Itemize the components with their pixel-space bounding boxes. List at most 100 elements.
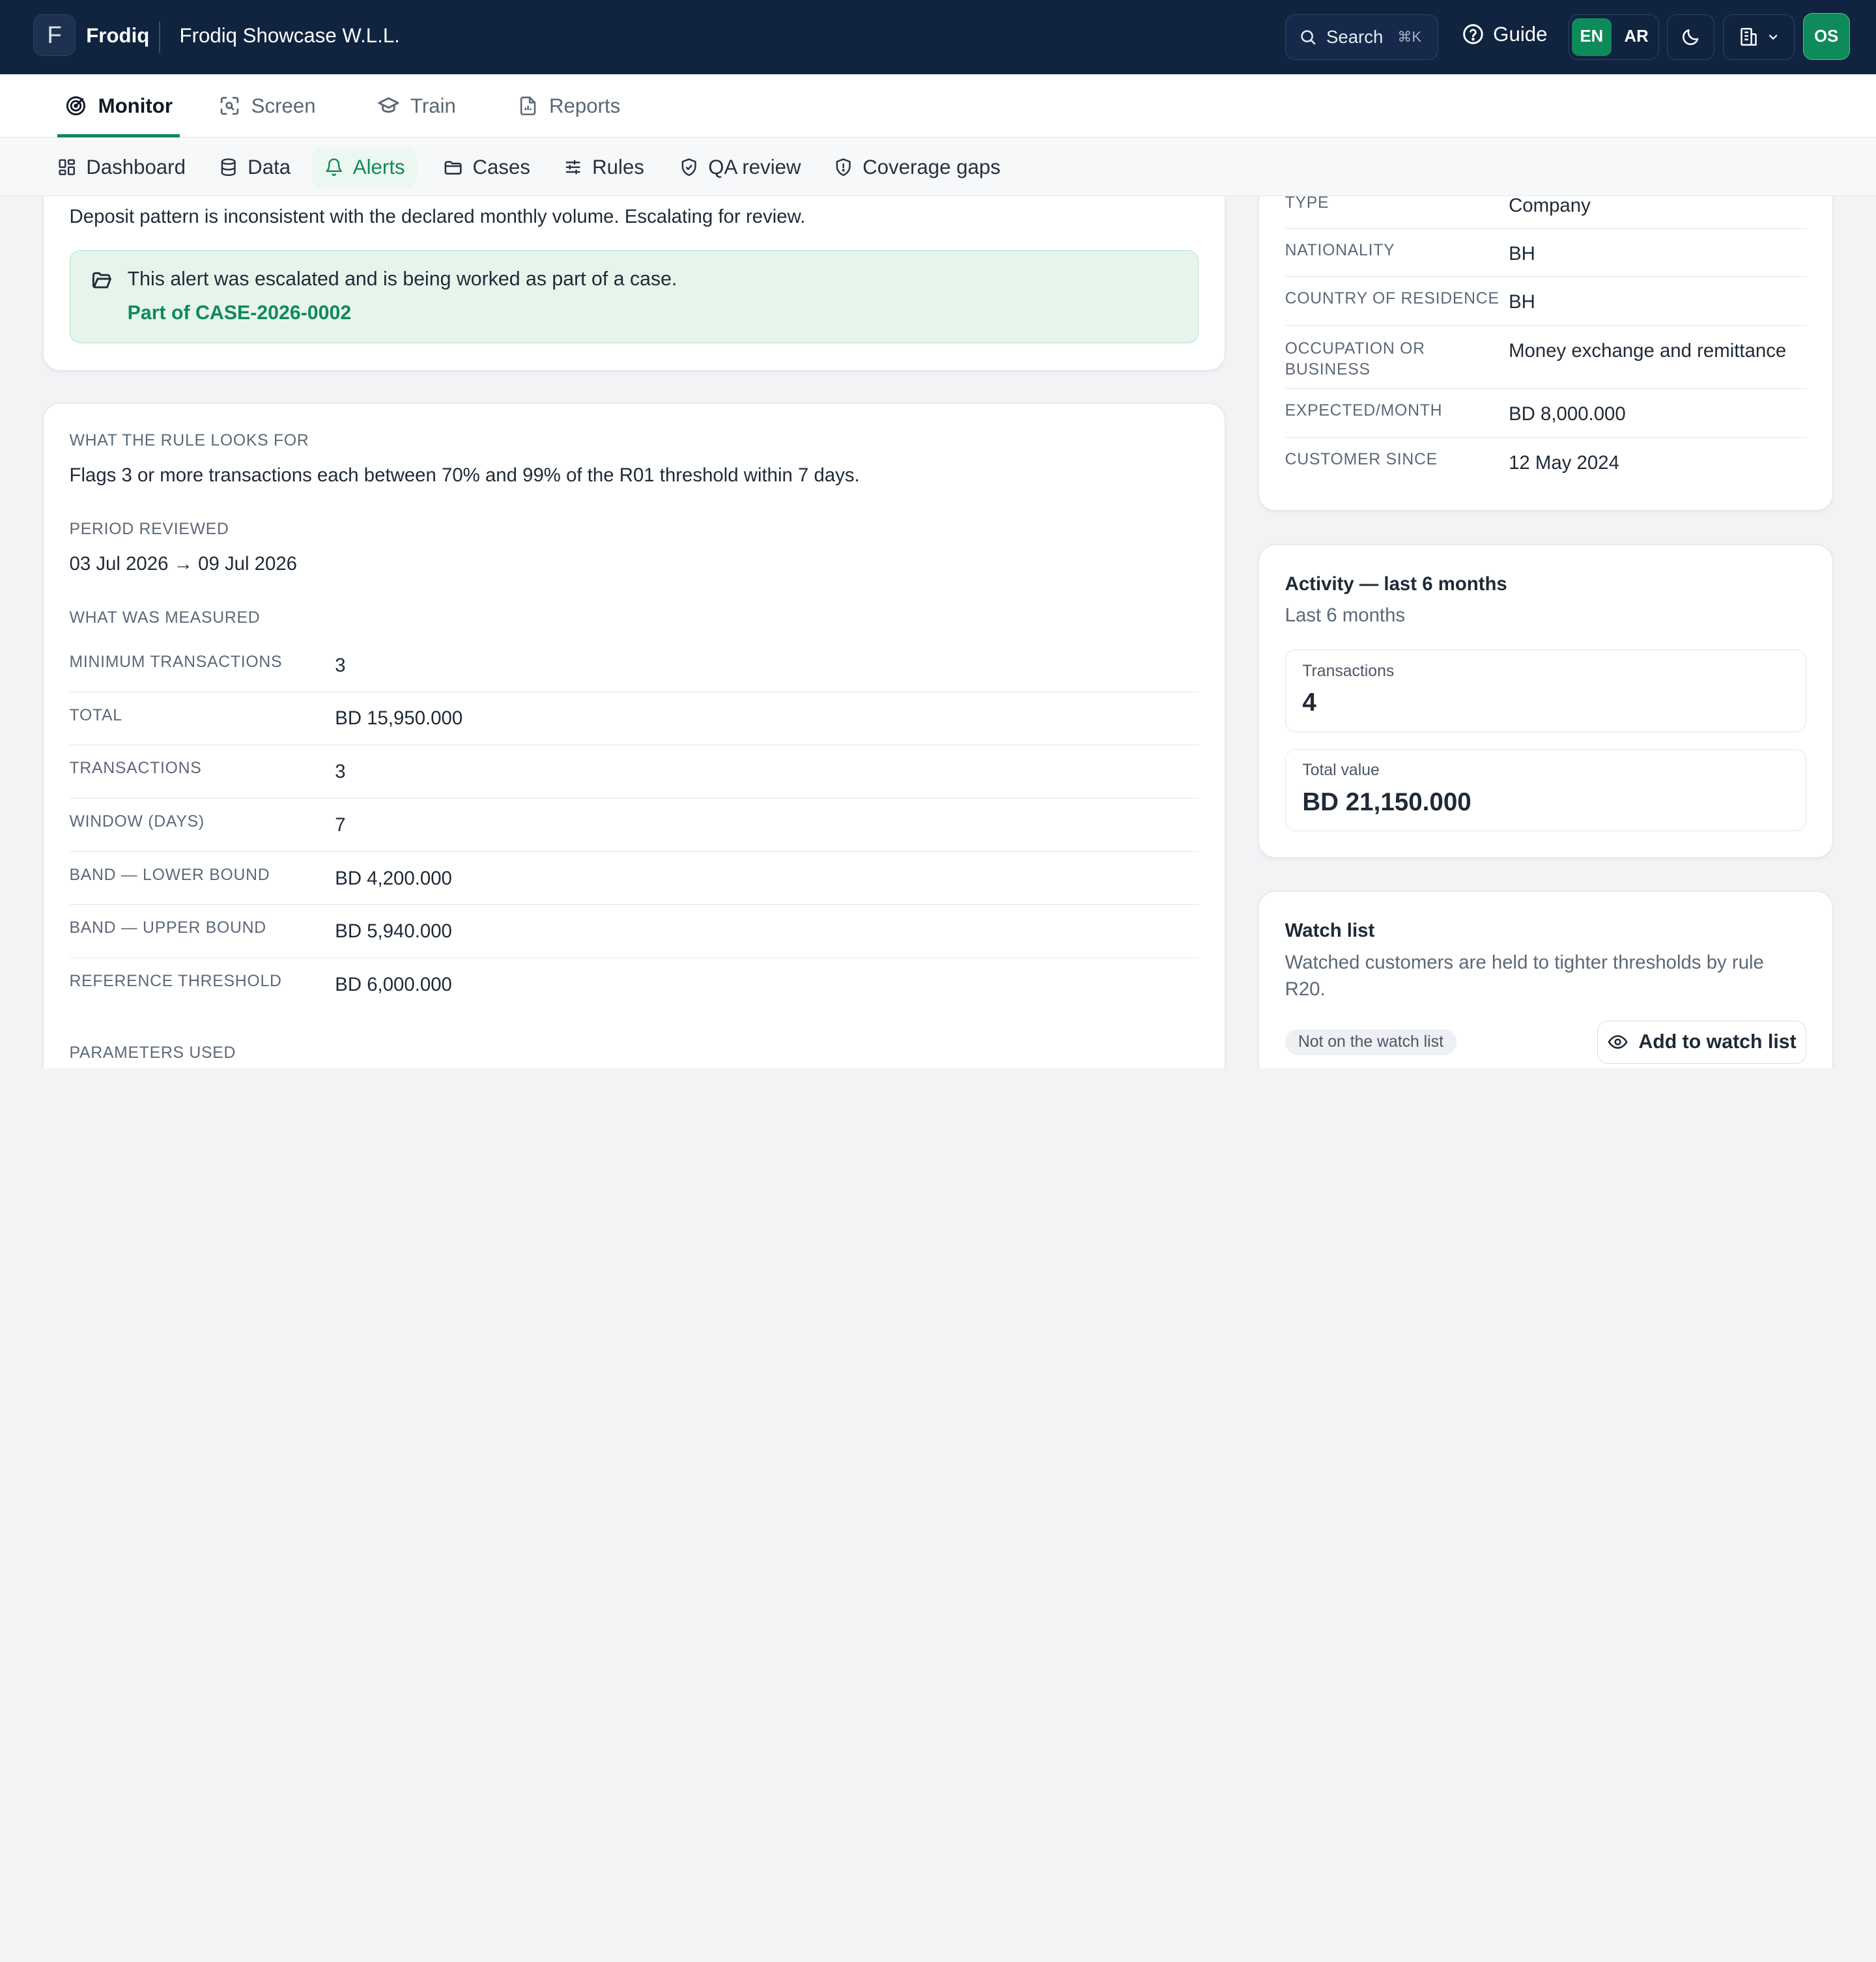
language-en-button[interactable]: EN <box>1571 18 1612 57</box>
case-banner-text: This alert was escalated and is being wo… <box>127 268 677 291</box>
measured-label: WHAT WAS MEASURED <box>69 608 261 627</box>
customer-field-value: BH <box>1509 291 1535 313</box>
header-divider <box>159 21 161 53</box>
measurement-row: BAND — LOWER BOUND BD 4,200.000 <box>69 852 1199 905</box>
organization-switcher[interactable] <box>1722 14 1795 60</box>
measurement-label: MINIMUM TRANSACTIONS <box>69 653 283 671</box>
transactions-value: 4 <box>1302 689 1316 717</box>
customer-field-label: COUNTRY OF RESIDENCE <box>1285 290 1499 308</box>
theme-toggle-button[interactable] <box>1666 14 1714 60</box>
subnav-cases-label: Cases <box>472 156 530 179</box>
measurement-row: TRANSACTIONS 3 <box>69 745 1199 799</box>
eye-icon <box>1608 1035 1628 1049</box>
customer-field-value: BH <box>1509 242 1535 264</box>
measurement-label: TOTAL <box>69 706 122 724</box>
guide-button[interactable]: Guide <box>1462 23 1547 46</box>
subnav-alerts[interactable]: Alerts <box>312 147 417 188</box>
customer-field-row: COUNTRY OF RESIDENCE BH <box>1285 277 1807 326</box>
brand-name[interactable]: Frodiq <box>86 24 149 48</box>
tab-monitor[interactable]: Monitor <box>57 74 180 138</box>
language-ar-button[interactable]: AR <box>1616 18 1656 57</box>
folder-icon <box>444 160 462 175</box>
watch-list-status-badge: Not on the watch list <box>1285 1029 1457 1055</box>
measurement-row: TOTAL BD 15,950.000 <box>69 692 1199 746</box>
moon-icon <box>1682 29 1698 46</box>
transactions-label: Transactions <box>1302 662 1395 680</box>
customer-field-value: Money exchange and remittance <box>1509 339 1787 362</box>
measurement-value: BD 6,000.000 <box>335 974 452 996</box>
bell-icon <box>326 158 342 177</box>
customer-field-value: 12 May 2024 <box>1509 452 1619 474</box>
customer-field-value: Company <box>1509 195 1591 217</box>
search-icon <box>1301 30 1316 45</box>
measurement-value: 3 <box>335 761 346 783</box>
measurement-value: BD 4,200.000 <box>335 867 452 889</box>
subnav-qa-review[interactable]: QA review <box>668 147 813 188</box>
case-link[interactable]: Part of CASE-2026-0002 <box>128 302 352 324</box>
guide-label: Guide <box>1493 22 1548 46</box>
user-avatar[interactable]: OS <box>1802 13 1850 60</box>
parameters-used-label: PARAMETERS USED <box>69 1044 236 1062</box>
scan-icon <box>220 96 239 115</box>
shield-check-icon <box>681 158 696 177</box>
measurement-value: BD 15,950.000 <box>335 707 463 730</box>
organization-name: Frodiq Showcase W.L.L. <box>179 23 400 47</box>
tab-monitor-label: Monitor <box>98 94 173 117</box>
subnav-data-label: Data <box>248 156 291 179</box>
customer-field-value: BD 8,000.000 <box>1509 403 1626 425</box>
grid-icon <box>59 159 76 176</box>
rule-looks-for-text: Flags 3 or more transactions each betwee… <box>69 464 860 486</box>
total-value: BD 21,150.000 <box>1302 788 1471 816</box>
subnav-alerts-label: Alerts <box>352 156 405 179</box>
case-banner: This alert was escalated and is being wo… <box>69 249 1199 344</box>
subnav-dashboard[interactable]: Dashboard <box>46 147 198 188</box>
tab-reports[interactable]: Reports <box>518 74 620 137</box>
building-icon <box>1741 28 1757 46</box>
language-switcher: EN AR <box>1568 14 1660 60</box>
primary-nav: Monitor Screen Train Reports <box>0 74 1876 138</box>
measurement-label: BAND — UPPER BOUND <box>69 919 266 937</box>
transactions-metric: Transactions 4 <box>1285 649 1807 733</box>
customer-field-label: OCCUPATION OR BUSINESS <box>1285 339 1425 378</box>
help-circle-icon <box>1463 24 1484 45</box>
customer-field-label: CUSTOMER SINCE <box>1285 451 1438 469</box>
tab-screen[interactable]: Screen <box>219 74 316 137</box>
subnav-cases[interactable]: Cases <box>431 147 542 188</box>
rule-looks-for-label: WHAT THE RULE LOOKS FOR <box>69 432 309 450</box>
add-to-watch-list-button[interactable]: Add to watch list <box>1597 1020 1807 1064</box>
app-logo[interactable]: F <box>33 14 76 57</box>
measurement-value: 7 <box>335 814 346 836</box>
subnav-data[interactable]: Data <box>207 147 303 188</box>
search-label: Search <box>1326 26 1384 47</box>
subnav-coverage-gaps[interactable]: Coverage gaps <box>822 147 1013 188</box>
customer-field-row: OCCUPATION OR BUSINESS Money exchange an… <box>1285 326 1807 389</box>
chevron-down-icon <box>1769 35 1778 40</box>
customer-field-row: EXPECTED/MONTH BD 8,000.000 <box>1285 389 1807 438</box>
measurement-label: BAND — LOWER BOUND <box>69 866 270 884</box>
sliders-icon <box>565 160 580 175</box>
measurement-label: WINDOW (DAYS) <box>69 813 205 831</box>
subnav-rules-label: Rules <box>592 156 644 179</box>
measurement-row: WINDOW (DAYS) 7 <box>69 799 1199 852</box>
alert-note-text: Deposit pattern is inconsistent with the… <box>69 205 806 227</box>
tab-train-label: Train <box>410 94 456 117</box>
tab-screen-label: Screen <box>251 94 316 117</box>
tab-reports-label: Reports <box>549 94 621 117</box>
period-reviewed-label: PERIOD REVIEWED <box>69 520 229 538</box>
tab-train[interactable]: Train <box>377 74 456 137</box>
subnav-rules[interactable]: Rules <box>552 147 657 188</box>
search-button[interactable]: Search ⌘K <box>1285 14 1438 60</box>
measurement-value: 3 <box>335 654 346 676</box>
folder-open-icon <box>92 272 111 289</box>
activity-title: Activity — last 6 months <box>1285 573 1507 595</box>
measurement-row: BAND — UPPER BOUND BD 5,940.000 <box>69 905 1199 959</box>
activity-subtitle: Last 6 months <box>1285 604 1406 626</box>
graduation-cap-icon <box>378 97 399 113</box>
secondary-nav: Dashboard Data Alerts Cases Rules QA rev… <box>0 137 1876 197</box>
total-value-label: Total value <box>1302 761 1380 780</box>
radar-icon <box>66 96 86 116</box>
subnav-coverage-gaps-label: Coverage gaps <box>862 156 1001 179</box>
customer-field-label: NATIONALITY <box>1285 242 1395 259</box>
measurement-row: REFERENCE THRESHOLD BD 6,000.000 <box>70 958 1199 1012</box>
add-to-watch-list-label: Add to watch list <box>1638 1031 1797 1053</box>
